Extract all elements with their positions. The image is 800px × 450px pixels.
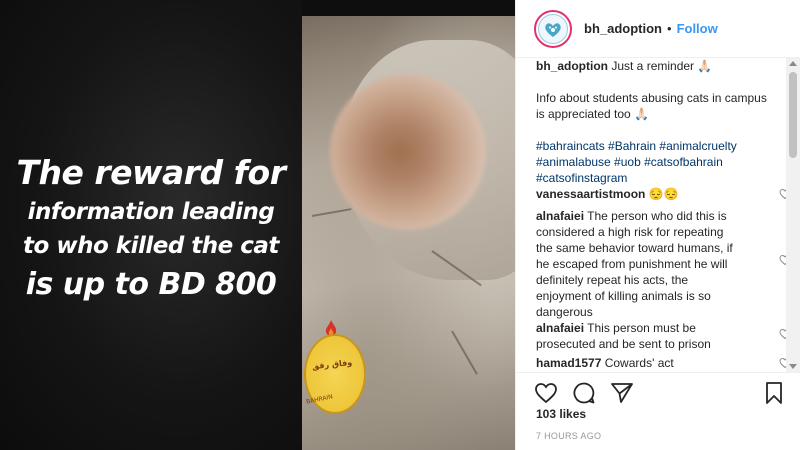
reward-text: The reward for information leading to wh…	[0, 153, 302, 307]
comment-text: Cowards' act	[604, 356, 674, 370]
comment-text: definitely repeat his acts, the	[536, 273, 689, 287]
post-header: bh_adoption • Follow	[516, 0, 800, 58]
caption-text: Info about students abusing cats in camp…	[536, 91, 767, 105]
comment-text: dangerous	[536, 305, 593, 319]
comment-text: he escaped from punishment he will	[536, 257, 728, 271]
hashtag-line[interactable]: #bahraincats #Bahrain #animalcruelty	[536, 138, 776, 154]
comment-item: hamad1577 Cowards' act	[536, 355, 768, 371]
comment-text: 😔😔	[648, 187, 679, 201]
hashtag-line[interactable]: #catsofinstagram	[536, 170, 776, 186]
comment-icon[interactable]	[572, 381, 596, 405]
share-icon[interactable]	[610, 381, 634, 405]
reward-text-line: The reward for	[16, 153, 286, 192]
photo-top-bar	[302, 0, 515, 16]
caption-username[interactable]: bh_adoption	[536, 59, 608, 73]
comments-list[interactable]: bh_adoption Just a reminder 🙏🏻 Info abou…	[516, 58, 800, 372]
comment-item: alnafaiei This person must be prosecuted…	[536, 320, 768, 352]
post-caption: bh_adoption Just a reminder 🙏🏻 Info abou…	[536, 58, 776, 186]
comment-item: vanessaartistmoon 😔😔	[536, 186, 768, 202]
reward-text-line: information leading	[27, 199, 275, 225]
post-timestamp[interactable]: 7 HOURS AGO	[536, 431, 601, 441]
comment-username[interactable]: alnafaiei	[536, 321, 584, 335]
reward-text-line: is up to BD 800	[25, 267, 277, 302]
header-username[interactable]: bh_adoption	[584, 21, 662, 36]
instagram-post: The reward for information leading to wh…	[0, 0, 800, 450]
comment-text: This person must be	[587, 321, 696, 335]
post-side-panel: bh_adoption • Follow bh_adoption Just a …	[515, 0, 800, 450]
likes-count[interactable]: 103 likes	[536, 407, 586, 421]
caption-first-line: bh_adoption Just a reminder 🙏🏻	[536, 58, 776, 74]
heart-icon[interactable]	[534, 381, 558, 405]
scroll-thumb[interactable]	[789, 72, 797, 158]
avatar-image	[538, 13, 568, 44]
comments-scrollbar[interactable]	[786, 58, 800, 372]
comment-text: The person who did this is	[587, 209, 727, 223]
scroll-down-arrow-icon[interactable]	[789, 364, 797, 369]
comment-text: the same behavior toward humans, if	[536, 241, 733, 255]
comment-text: prosecuted and be sent to prison	[536, 337, 711, 351]
comment-text: considered a high risk for repeating	[536, 225, 724, 239]
twig	[451, 330, 478, 375]
follow-button[interactable]: Follow	[677, 21, 718, 36]
comment-username[interactable]: vanessaartistmoon	[536, 187, 645, 201]
caption-text: is appreciated too 🙏🏻	[536, 107, 650, 121]
organization-logo: وفاق رفق BAHRAIN	[304, 320, 368, 420]
post-actions: 103 likes 7 HOURS AGO	[516, 372, 800, 450]
bookmark-icon[interactable]	[762, 381, 786, 405]
comment-item: alnafaiei The person who did this is con…	[536, 208, 768, 320]
reward-text-line: to who killed the cat	[23, 233, 279, 259]
comment-username[interactable]: alnafaiei	[536, 209, 584, 223]
caption-text: Just a reminder 🙏🏻	[611, 59, 713, 73]
hashtag-line[interactable]: #animalabuse #uob #catsofbahrain	[536, 154, 776, 170]
comment-text: enjoyment of killing animals is so	[536, 289, 711, 303]
avatar[interactable]	[534, 9, 572, 48]
comment-username[interactable]: hamad1577	[536, 356, 601, 370]
separator-dot: •	[667, 21, 672, 36]
scroll-up-arrow-icon[interactable]	[789, 61, 797, 66]
twig	[311, 208, 352, 217]
paw-heart-icon	[545, 22, 561, 37]
post-media[interactable]: The reward for information leading to wh…	[0, 0, 515, 450]
blurred-cat-region	[330, 74, 486, 230]
